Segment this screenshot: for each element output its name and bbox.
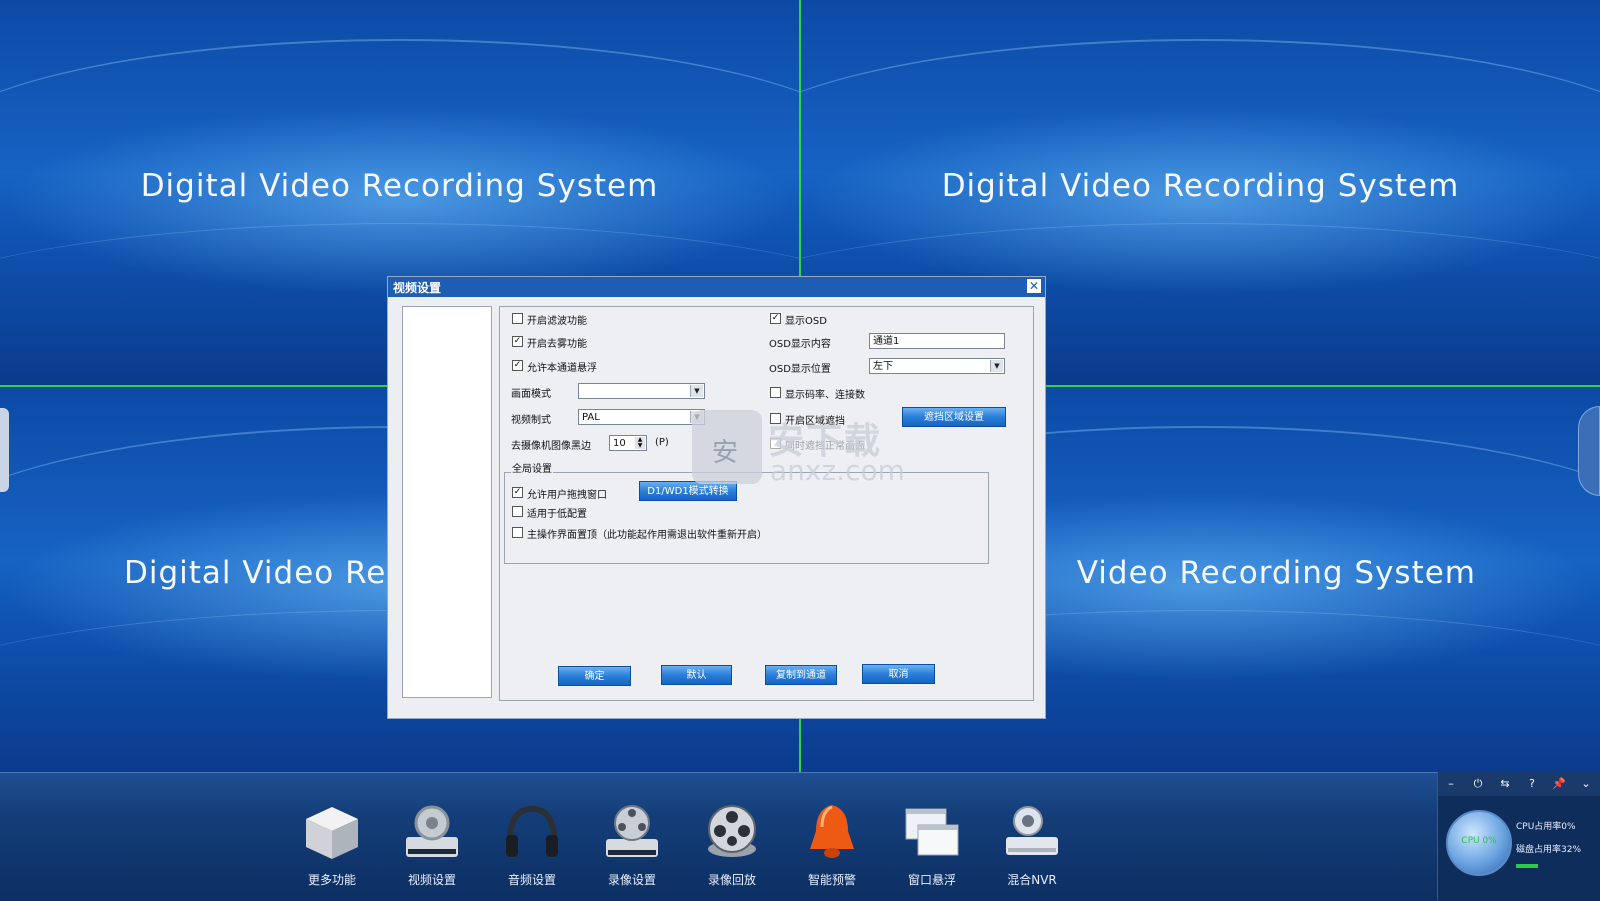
global-settings-title: 全局设置 (511, 460, 553, 475)
close-icon[interactable]: ✕ (1027, 279, 1041, 293)
toolbar-label: 音频设置 (507, 873, 556, 887)
cpu-gauge-text: CPU 0% (1461, 836, 1497, 846)
windows-icon (905, 808, 959, 856)
toolbar-item-hybrid-nvr[interactable]: 混合NVR (987, 801, 1077, 897)
bottom-toolbar: 更多功能 视频设置 音频设置 录像设置 录像回放 智能预警 窗口悬浮 混合NVR (0, 772, 1600, 901)
system-button-bar: – ⏻ ⇆ ? 📌 ⌄ (1438, 772, 1600, 796)
toolbar-label: 窗口悬浮 (907, 873, 956, 887)
chevron-down-icon: ▼ (990, 360, 1003, 372)
defog-checkbox[interactable]: ✓ (512, 336, 523, 347)
chevron-down-icon: ▼ (690, 385, 703, 397)
osd-content-input[interactable]: 通道1 (869, 333, 1005, 349)
toolbar-item-record-settings[interactable]: 录像设置 (587, 801, 677, 897)
defog-label: 开启去雾功能 (527, 339, 587, 350)
toolbar-label: 视频设置 (407, 873, 456, 887)
pane-title: Digital Video Recording System (941, 168, 1460, 204)
left-panel-handle[interactable] (0, 408, 9, 492)
cpu-gauge: CPU 0% (1446, 810, 1512, 876)
box-icon (306, 807, 358, 859)
shield-icon (692, 410, 762, 484)
video-format-label: 视频制式 (511, 415, 551, 426)
toolbar-label: 录像设置 (607, 873, 656, 887)
float-checkbox[interactable]: ✓ (512, 360, 523, 371)
gear-device-icon (406, 805, 458, 857)
right-panel-handle[interactable] (1578, 406, 1600, 496)
film-reel-icon (708, 805, 756, 857)
video-settings-dialog: 视频设置 ✕ 开启滤波功能 ✓ 开启去雾功能 ✓ 允许本通道悬浮 画面模式 ▼ … (387, 276, 1046, 719)
bell-icon (810, 805, 854, 858)
spinner-arrows-icon[interactable]: ▲ ▼ (635, 437, 645, 449)
toolbar-label: 混合NVR (1007, 873, 1057, 887)
channel-list[interactable] (402, 306, 492, 698)
osd-position-select[interactable]: 左下 ▼ (869, 358, 1005, 374)
copy-to-channel-button[interactable]: 复制到通道 (765, 665, 837, 685)
pane-title: Digital Video Re (124, 555, 387, 591)
screen-mode-label: 画面模式 (511, 389, 551, 400)
toolbar-item-playback[interactable]: 录像回放 (687, 801, 777, 897)
power-icon[interactable]: ⏻ (1469, 775, 1487, 793)
topmost-label: 主操作界面置顶（此功能起作用需退出软件重新开启） (527, 530, 767, 541)
topmost-checkbox[interactable] (512, 527, 523, 538)
video-format-select[interactable]: PAL ▼ (578, 409, 705, 425)
disk-usage: 磁盘占用率32% (1516, 845, 1582, 855)
site-watermark: 安下载 anxz.com (692, 410, 912, 490)
toolbar-item-audio-settings[interactable]: 音频设置 (487, 801, 577, 897)
film-reel-device-icon (606, 805, 658, 857)
toolbar-item-video-settings[interactable]: 视频设置 (387, 801, 477, 897)
minimize-icon[interactable]: – (1442, 775, 1460, 793)
watermark-en: anxz.com (770, 454, 905, 487)
low-config-label: 适用于低配置 (527, 509, 587, 520)
toolbar-label: 录像回放 (707, 873, 756, 887)
dialog-titlebar[interactable]: 视频设置 ✕ (388, 277, 1045, 297)
camera-nvr-icon (1006, 806, 1058, 855)
show-rate-checkbox[interactable] (770, 387, 781, 398)
black-edge-unit: (P) (655, 437, 669, 448)
screen-mode-select[interactable]: ▼ (578, 383, 705, 399)
help-icon[interactable]: ? (1523, 775, 1541, 793)
switch-icon[interactable]: ⇆ (1496, 775, 1514, 793)
toolbar-item-smart-alert[interactable]: 智能预警 (787, 801, 877, 897)
float-label: 允许本通道悬浮 (527, 363, 597, 374)
osd-position-label: OSD显示位置 (769, 364, 831, 375)
dialog-title: 视频设置 (393, 281, 442, 295)
chevron-down-icon[interactable]: ⌄ (1577, 775, 1595, 793)
osd-content-label: OSD显示内容 (769, 339, 831, 350)
pin-icon[interactable]: 📌 (1550, 775, 1568, 793)
show-osd-label: 显示OSD (785, 316, 827, 327)
toolbar-label: 更多功能 (307, 873, 356, 887)
low-config-checkbox[interactable] (512, 506, 523, 517)
black-edge-stepper[interactable]: 10 ▲ ▼ (609, 435, 647, 451)
drag-window-checkbox[interactable]: ✓ (512, 487, 523, 498)
show-osd-checkbox[interactable]: ✓ (770, 313, 781, 324)
system-status-panel: – ⏻ ⇆ ? 📌 ⌄ CPU 0% CPU占用率0% 磁盘占用率32% (1437, 772, 1600, 900)
drag-window-label: 允许用户拖拽窗口 (527, 490, 607, 501)
disk-usage-bar (1516, 864, 1538, 868)
default-button[interactable]: 默认 (661, 665, 732, 685)
filter-checkbox[interactable] (512, 313, 523, 324)
filter-label: 开启滤波功能 (527, 316, 587, 327)
ok-button[interactable]: 确定 (558, 666, 631, 686)
cancel-button[interactable]: 取消 (862, 664, 935, 684)
region-mask-settings-button[interactable]: 遮挡区域设置 (902, 407, 1006, 427)
show-rate-label: 显示码率、连接数 (785, 390, 865, 401)
toolbar-item-more[interactable]: 更多功能 (287, 801, 377, 897)
pane-title: Digital Video Recording System (140, 168, 659, 204)
cpu-usage: CPU占用率0% (1516, 822, 1576, 832)
headphones-icon (506, 805, 558, 857)
toolbar-label: 智能预警 (807, 873, 856, 887)
black-edge-label: 去摄像机图像黑边 (511, 441, 591, 452)
toolbar-item-window-float[interactable]: 窗口悬浮 (887, 801, 977, 897)
pane-title: Video Recording System (1076, 555, 1476, 591)
